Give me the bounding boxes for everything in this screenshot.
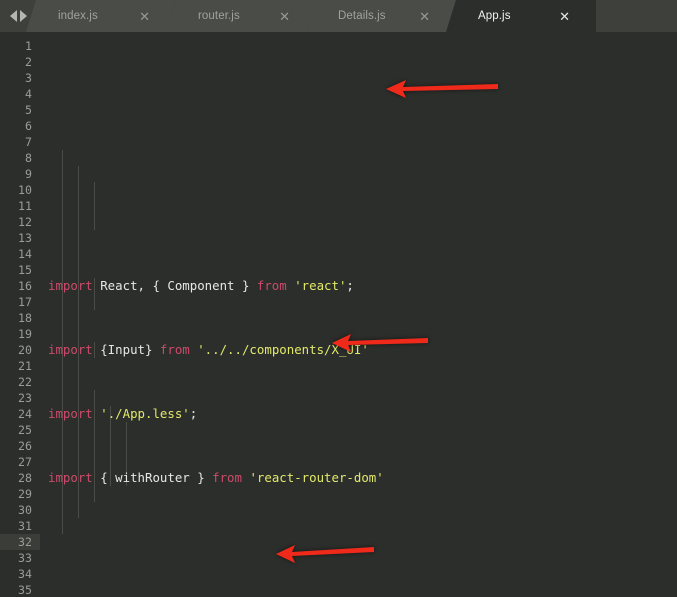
line-number: 1	[25, 39, 32, 53]
line-number: 21	[18, 359, 32, 373]
line-number: 35	[18, 583, 32, 597]
line-number: 6	[25, 119, 32, 133]
close-icon[interactable]: ✕	[419, 10, 430, 23]
line-number-active: 32	[0, 534, 40, 550]
close-icon[interactable]: ✕	[559, 10, 570, 23]
line-number: 12	[18, 215, 32, 229]
line-number: 4	[25, 87, 32, 101]
line-number: 30	[18, 503, 32, 517]
tab-bar: index.js ✕ router.js ✕ Details.js ✕ App.…	[0, 0, 677, 32]
annotation-arrow-line-20	[332, 334, 428, 352]
tab-index-js[interactable]: index.js ✕	[26, 0, 176, 32]
line-number: 28	[18, 471, 32, 485]
code-line[interactable]: import React, { Component } from 'react'…	[40, 278, 677, 294]
line-number: 10	[18, 183, 32, 197]
line-number: 33	[18, 551, 32, 565]
line-number: 34	[18, 567, 32, 581]
line-number: 2	[25, 55, 32, 69]
line-number: 14	[18, 247, 32, 261]
line-number: 8	[25, 151, 32, 165]
tab-shape	[26, 0, 176, 32]
line-number: 15	[18, 263, 32, 277]
line-number: 27	[18, 455, 32, 469]
code-content[interactable]: import React, { Component } from 'react'…	[40, 32, 677, 597]
tab-shape	[166, 0, 316, 32]
indent-guide	[78, 166, 79, 262]
line-number: 9	[25, 167, 32, 181]
code-line[interactable]: import './App.less';	[40, 406, 677, 422]
tab-label: router.js	[198, 10, 240, 22]
line-number: 13	[18, 231, 32, 245]
line-number-gutter: 1 2 3 4 5 6 7 8 9 10 11 12 13 14 15 16 1…	[0, 32, 40, 597]
line-number: 26	[18, 439, 32, 453]
line-number: 23	[18, 391, 32, 405]
line-number: 22	[18, 375, 32, 389]
tab-app-js[interactable]: App.js ✕	[446, 0, 596, 32]
tab-shape	[446, 0, 596, 32]
annotation-arrow-line-33	[276, 545, 374, 563]
line-number: 31	[18, 519, 32, 533]
line-number: 7	[25, 135, 32, 149]
line-number: 25	[18, 423, 32, 437]
indent-guide	[94, 182, 95, 230]
line-number: 17	[18, 295, 32, 309]
code-editor[interactable]: 1 2 3 4 5 6 7 8 9 10 11 12 13 14 15 16 1…	[0, 32, 677, 597]
line-number: 5	[25, 103, 32, 117]
line-number: 29	[18, 487, 32, 501]
line-number: 19	[18, 327, 32, 341]
annotation-arrow-line-4	[386, 80, 498, 98]
line-number: 18	[18, 311, 32, 325]
line-number: 20	[18, 343, 32, 357]
line-number: 3	[25, 71, 32, 85]
editor-window: index.js ✕ router.js ✕ Details.js ✕ App.…	[0, 0, 677, 597]
tab-strip: index.js ✕ router.js ✕ Details.js ✕ App.…	[36, 0, 677, 32]
tab-details-js[interactable]: Details.js ✕	[306, 0, 456, 32]
arrow-left-icon[interactable]	[9, 10, 17, 22]
line-number: 11	[18, 199, 32, 213]
tab-router-js[interactable]: router.js ✕	[166, 0, 316, 32]
line-number: 16	[18, 279, 32, 293]
tab-label: App.js	[478, 10, 511, 22]
close-icon[interactable]: ✕	[139, 10, 150, 23]
tab-label: Details.js	[338, 10, 386, 22]
code-line[interactable]: import { withRouter } from 'react-router…	[40, 470, 677, 486]
tab-label: index.js	[58, 10, 98, 22]
close-icon[interactable]: ✕	[279, 10, 290, 23]
line-number: 24	[18, 407, 32, 421]
